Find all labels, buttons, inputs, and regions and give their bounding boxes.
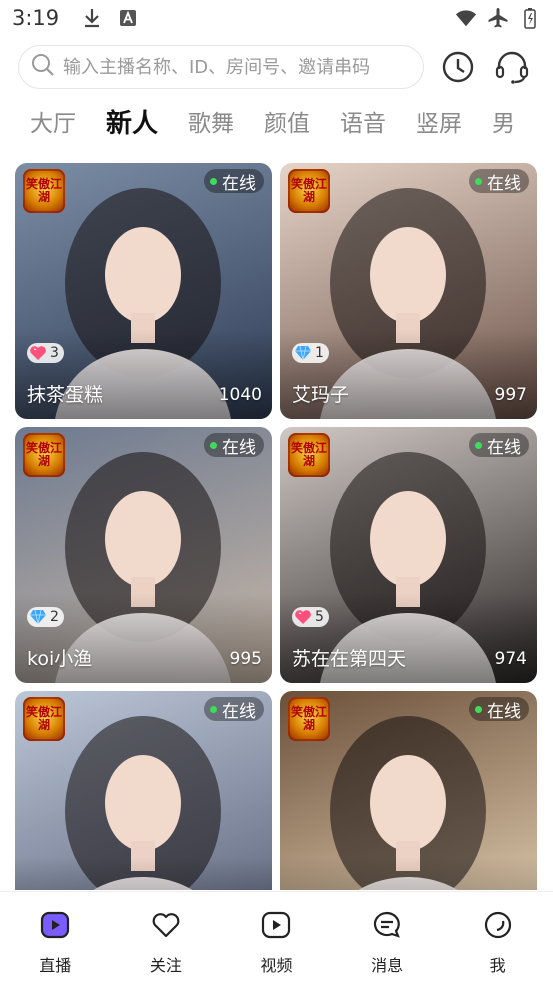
game-logo-badge: 笑傲江湖 bbox=[288, 169, 330, 213]
streamer-card[interactable]: 笑傲江湖 在线 1 艾玛子 997 bbox=[280, 163, 537, 419]
nav-item-1[interactable]: 关注 bbox=[121, 908, 211, 976]
history-button[interactable] bbox=[438, 47, 478, 87]
card-gradient-overlay bbox=[280, 857, 537, 890]
game-logo-badge: 笑傲江湖 bbox=[288, 697, 330, 741]
streamer-card[interactable]: 笑傲江湖 在线 bbox=[15, 691, 272, 890]
streamer-name: 抹茶蛋糕 bbox=[27, 384, 104, 406]
streamer-card[interactable]: 笑傲江湖 在线 bbox=[280, 691, 537, 890]
online-status-badge: 在线 bbox=[204, 697, 264, 722]
card-gradient-overlay bbox=[15, 857, 272, 890]
airplane-mode-icon bbox=[487, 7, 509, 29]
game-logo-badge: 笑傲江湖 bbox=[23, 433, 65, 477]
streamer-name: 苏在在第四天 bbox=[292, 648, 407, 670]
live-icon bbox=[38, 908, 72, 942]
streamer-grid: 笑傲江湖 在线 3 抹茶蛋糕 1040 笑傲江湖 在线 1 艾玛子 997 笑傲江湖 在线 2 koi小渔… bbox=[15, 163, 538, 890]
online-status-label: 在线 bbox=[222, 701, 256, 722]
online-status-label: 在线 bbox=[487, 173, 521, 194]
online-dot-icon bbox=[210, 441, 217, 449]
battery-charging-icon bbox=[519, 7, 541, 29]
heart-gem-icon bbox=[294, 609, 312, 625]
tab-6[interactable]: 男 bbox=[492, 104, 515, 138]
tab-3[interactable]: 颜值 bbox=[264, 104, 310, 138]
online-dot-icon bbox=[210, 177, 217, 185]
level-badge: 5 bbox=[292, 607, 329, 627]
online-status-label: 在线 bbox=[222, 173, 256, 194]
nav-item-0[interactable]: 直播 bbox=[10, 908, 100, 976]
heart-icon bbox=[149, 908, 183, 942]
online-status-badge: 在线 bbox=[469, 433, 529, 458]
online-dot-icon bbox=[475, 441, 482, 449]
heart-gem-icon bbox=[29, 345, 47, 361]
online-status-badge: 在线 bbox=[204, 169, 264, 194]
tab-0[interactable]: 大厅 bbox=[30, 104, 76, 138]
online-status-label: 在线 bbox=[487, 701, 521, 722]
level-value: 2 bbox=[50, 609, 59, 625]
online-status-label: 在线 bbox=[222, 437, 256, 458]
online-status-label: 在线 bbox=[487, 437, 521, 458]
online-dot-icon bbox=[210, 705, 217, 713]
level-value: 1 bbox=[315, 345, 324, 361]
nav-item-3[interactable]: 消息 bbox=[342, 908, 432, 976]
online-status-badge: 在线 bbox=[204, 433, 264, 458]
clock-icon bbox=[442, 51, 474, 83]
search-box[interactable] bbox=[18, 45, 424, 89]
online-status-badge: 在线 bbox=[469, 169, 529, 194]
online-dot-icon bbox=[475, 705, 482, 713]
streamer-name: 艾玛子 bbox=[292, 384, 350, 406]
search-input[interactable] bbox=[63, 56, 411, 78]
search-icon bbox=[31, 53, 55, 81]
diamond-gem-icon bbox=[294, 345, 312, 361]
streamer-card[interactable]: 笑傲江湖 在线 5 苏在在第四天 974 bbox=[280, 427, 537, 683]
search-row bbox=[18, 44, 538, 90]
streamer-name: koi小渔 bbox=[27, 648, 93, 670]
customer-service-button[interactable] bbox=[492, 47, 532, 87]
nav-label: 直播 bbox=[39, 956, 72, 975]
wifi-icon bbox=[455, 7, 477, 29]
streamer-card[interactable]: 笑傲江湖 在线 2 koi小渔 995 bbox=[15, 427, 272, 683]
tab-2[interactable]: 歌舞 bbox=[188, 104, 234, 138]
bottom-nav: 直播 关注 视频 消息 我 bbox=[0, 891, 553, 983]
level-badge: 2 bbox=[27, 607, 64, 627]
level-value: 5 bbox=[315, 609, 324, 625]
nav-item-4[interactable]: 我 bbox=[453, 908, 543, 976]
app-notification-icon bbox=[117, 7, 139, 29]
message-icon bbox=[370, 908, 404, 942]
online-status-badge: 在线 bbox=[469, 697, 529, 722]
online-dot-icon bbox=[475, 177, 482, 185]
level-value: 3 bbox=[50, 345, 59, 361]
viewer-count: 997 bbox=[494, 385, 527, 405]
status-bar: 3:19 bbox=[0, 0, 553, 36]
nav-item-2[interactable]: 视频 bbox=[231, 908, 321, 976]
level-badge: 3 bbox=[27, 343, 64, 363]
diamond-gem-icon bbox=[29, 609, 47, 625]
streamer-card[interactable]: 笑傲江湖 在线 3 抹茶蛋糕 1040 bbox=[15, 163, 272, 419]
level-badge: 1 bbox=[292, 343, 329, 363]
nav-label: 关注 bbox=[149, 956, 182, 975]
viewer-count: 974 bbox=[494, 649, 527, 669]
tab-4[interactable]: 语音 bbox=[340, 104, 386, 138]
game-logo-badge: 笑傲江湖 bbox=[23, 697, 65, 741]
status-time: 3:19 bbox=[12, 6, 60, 30]
nav-label: 消息 bbox=[371, 956, 404, 975]
play-icon bbox=[259, 908, 293, 942]
game-logo-badge: 笑傲江湖 bbox=[23, 169, 65, 213]
tab-1[interactable]: 新人 bbox=[106, 103, 158, 140]
tab-5[interactable]: 竖屏 bbox=[416, 104, 462, 138]
nav-label: 我 bbox=[489, 956, 506, 975]
game-logo-badge: 笑傲江湖 bbox=[288, 433, 330, 477]
profile-icon bbox=[481, 908, 515, 942]
category-tabs: 大厅 新人 歌舞 颜值 语音 竖屏男 bbox=[0, 96, 553, 146]
viewer-count: 1040 bbox=[218, 385, 262, 405]
viewer-count: 995 bbox=[229, 649, 262, 669]
nav-label: 视频 bbox=[260, 956, 293, 975]
download-icon bbox=[81, 7, 103, 29]
headset-icon bbox=[495, 51, 529, 84]
